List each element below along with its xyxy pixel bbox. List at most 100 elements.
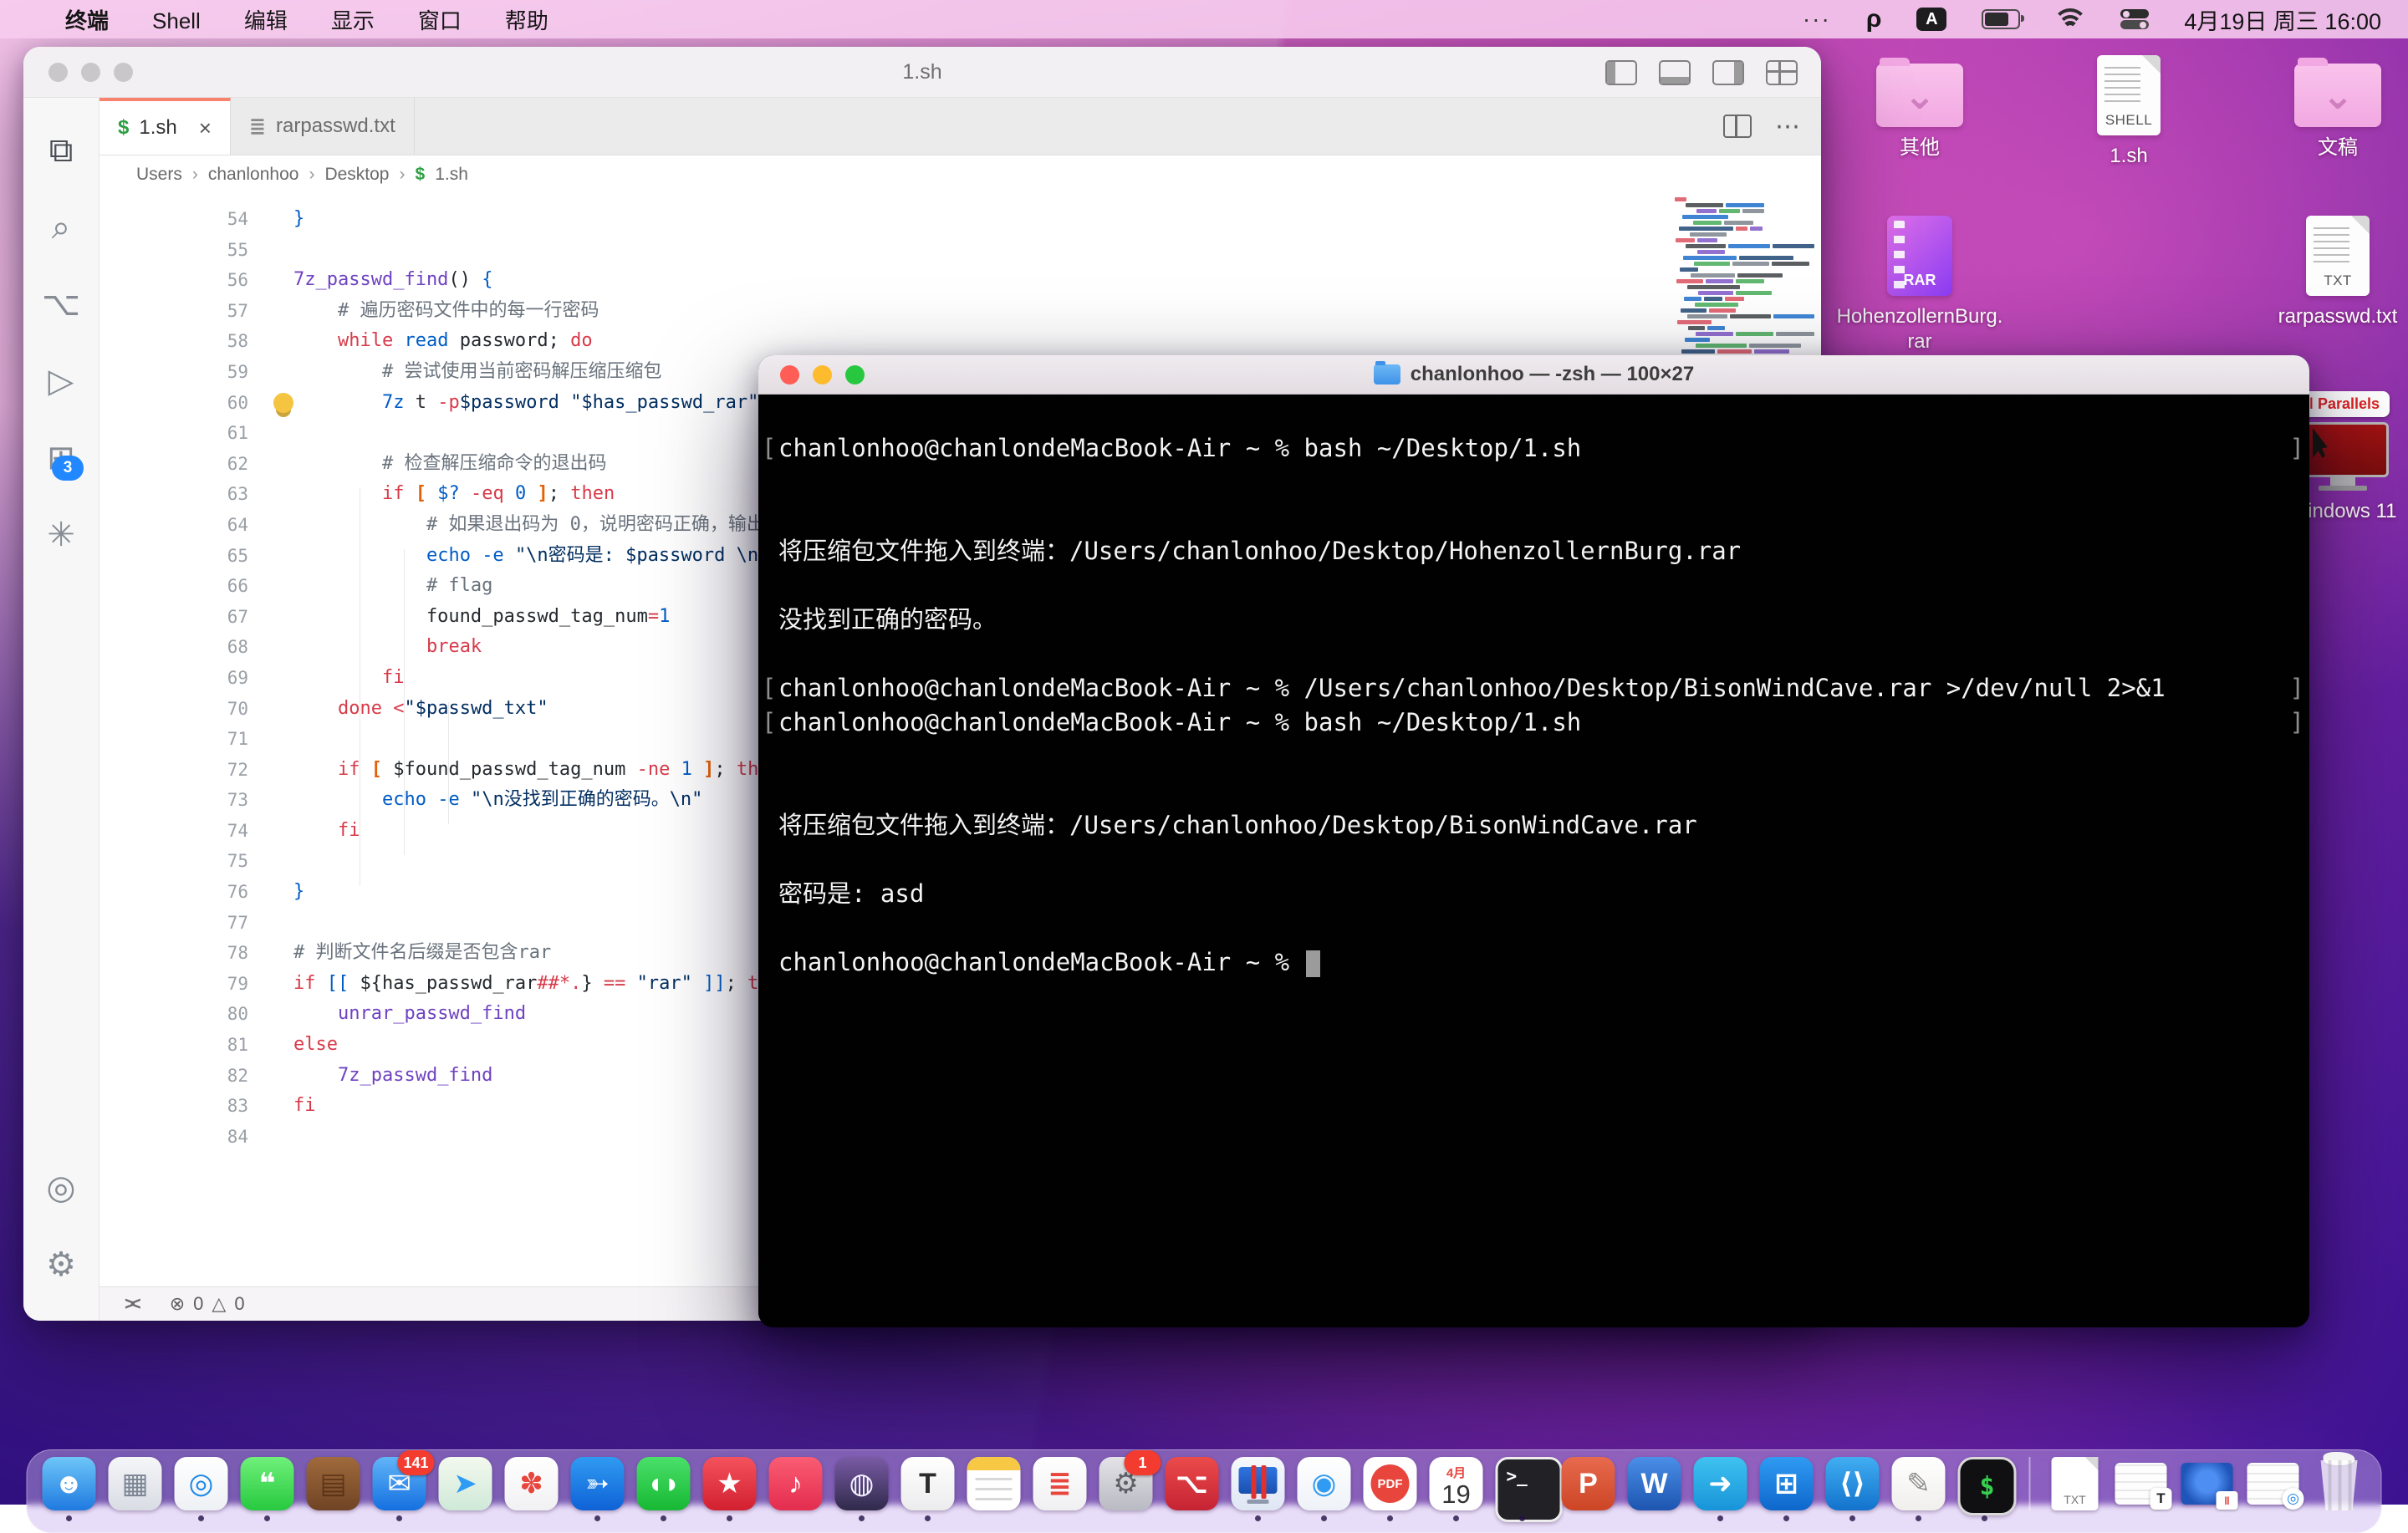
terminal-line: 将压缩包文件拖入到终端：/Users/chanlonhoo/Desktop/Ho… (758, 534, 2309, 568)
tab-close-icon[interactable]: × (199, 115, 212, 141)
terminal-output[interactable]: [chanlonhoo@chanlondeMacBook-Air ~ % bas… (758, 395, 2309, 1327)
dock-item-bird-app[interactable]: ➳ (571, 1457, 625, 1510)
battery-icon[interactable] (1982, 9, 2020, 29)
dock-item-wood-game[interactable]: ▤ (307, 1457, 360, 1510)
source-control-icon[interactable]: ⌥ (37, 275, 85, 334)
split-editor-icon[interactable] (1723, 115, 1752, 138)
dock-item-terminal-app[interactable]: >_ (1496, 1457, 1549, 1510)
desktop-icon-HohenzollernBurg-rar[interactable]: RARHohenzollernBurg.rar (1828, 216, 2012, 354)
run-debug-icon[interactable]: ▷ (37, 352, 85, 410)
vscode-titlebar[interactable]: 1.sh (23, 47, 1821, 98)
menu-app-name[interactable]: 终端 (65, 4, 109, 35)
dock-item-min-safari-window[interactable]: ◎ (2247, 1457, 2300, 1510)
min-safari-window-icon: ◎ (2247, 1463, 2299, 1505)
dock-item-wechat[interactable]: ◖◗ (637, 1457, 691, 1510)
terminal-app-icon: >_ (1496, 1457, 1563, 1522)
dock-item-min-parallels-desktop[interactable]: ‖ (2181, 1457, 2234, 1510)
dock-item-notes[interactable] (967, 1457, 1021, 1510)
dock-item-iterm[interactable]: $ (1958, 1457, 2012, 1510)
running-indicator-dot (1717, 1515, 1723, 1521)
folder-icon: ⌄ (2294, 64, 2381, 127)
menu-item-0[interactable]: Shell (152, 8, 201, 33)
dock-item-min-typora-window[interactable]: T (2115, 1457, 2168, 1510)
word-icon: W (1628, 1457, 1681, 1510)
running-indicator-dot (1453, 1515, 1459, 1521)
desktop-icon-文稿[interactable]: ⌄ 文稿 (2246, 64, 2408, 160)
tab-rarpasswd[interactable]: ≣ rarpasswd.txt (231, 98, 415, 155)
dock-item-min-txt-doc[interactable]: TXT (2048, 1457, 2102, 1510)
menu-clock[interactable]: 4月19日 周三 16:00 (2184, 3, 2381, 36)
dock-item-maps[interactable]: ➤ (439, 1457, 492, 1510)
dock-item-circles-app[interactable]: ◉ (1298, 1457, 1351, 1510)
dock-item-typora[interactable]: T (901, 1457, 955, 1510)
dock-item-finder[interactable]: ☻ (43, 1457, 96, 1510)
dock-item-powerpoint[interactable]: P (1562, 1457, 1615, 1510)
input-source-icon[interactable]: A (1916, 8, 1946, 31)
menu-item-1[interactable]: 编辑 (244, 8, 288, 33)
dock-item-textedit[interactable]: ✎ (1892, 1457, 1946, 1510)
dock-item-settings[interactable]: ⚙1 (1099, 1457, 1153, 1510)
dock-item-music[interactable]: ♪ (769, 1457, 823, 1510)
dock-item-parallels[interactable] (1232, 1457, 1285, 1510)
wifi-icon[interactable] (2055, 8, 2085, 30)
openai-extension-icon[interactable]: ✳ (37, 506, 85, 564)
toggle-secondary-sidebar-icon[interactable] (1712, 60, 1744, 85)
dock-item-word[interactable]: W (1628, 1457, 1681, 1510)
dock-item-star-app[interactable]: ★ (703, 1457, 757, 1510)
minimap[interactable] (1672, 197, 1814, 364)
dock-item-arrow-app[interactable]: ➜ (1694, 1457, 1747, 1510)
extensions-icon[interactable]: ⊞3 (37, 429, 85, 487)
dock-item-calendar[interactable]: 4月19 (1430, 1457, 1483, 1510)
wechat-icon: ◖◗ (637, 1457, 691, 1510)
dock-separator (2029, 1457, 2031, 1510)
search-icon[interactable]: ⌕ (37, 198, 85, 257)
breadcrumb[interactable]: Users› chanlonhoo› Desktop› $ 1.sh (99, 155, 1821, 194)
running-indicator-dot (66, 1515, 72, 1521)
pdf-expert-icon: PDF (1364, 1457, 1417, 1510)
dock-item-messages[interactable]: ❝ (241, 1457, 294, 1510)
toggle-panel-icon[interactable] (1659, 60, 1691, 85)
parallels-status-icon[interactable]: ρ (1866, 5, 1882, 33)
github-icon: ◍ (835, 1457, 889, 1510)
dock-item-safari[interactable]: ◎ (175, 1457, 228, 1510)
settings-gear-icon[interactable]: ⚙ (37, 1235, 85, 1294)
menu-item-4[interactable]: 帮助 (505, 8, 548, 33)
dock-item-launchpad[interactable]: ▦ (109, 1457, 162, 1510)
dock-item-gitee[interactable]: ⌥ (1166, 1457, 1219, 1510)
arrow-app-icon: ➜ (1694, 1457, 1747, 1510)
remote-indicator-icon[interactable]: >< (125, 1293, 136, 1315)
dock-item-windows11[interactable]: ⊞ (1760, 1457, 1814, 1510)
powerpoint-icon: P (1562, 1457, 1615, 1510)
accounts-icon[interactable]: ◎ (37, 1159, 85, 1217)
dock-item-reminders[interactable]: ≣ (1033, 1457, 1087, 1510)
more-status-icon[interactable]: ··· (1803, 6, 1831, 33)
dock-item-mail[interactable]: ✉141 (373, 1457, 426, 1510)
desktop-icon-其他[interactable]: ⌄其他 (1828, 64, 2012, 160)
lightbulb-icon[interactable] (273, 393, 293, 413)
code-line: 567z_passwd_find() { (99, 265, 1821, 296)
problems-indicator[interactable]: ⊗ 0 △ 0 (170, 1293, 245, 1315)
desktop-icon-label: 文稿 (2318, 135, 2358, 160)
running-indicator-dot (1849, 1515, 1855, 1521)
desktop-icon-1-sh[interactable]: SHELL1.sh (2037, 55, 2221, 169)
control-center-icon[interactable] (2120, 9, 2149, 29)
menu-item-2[interactable]: 显示 (331, 8, 375, 33)
tab-1sh[interactable]: $ 1.sh × (99, 98, 231, 155)
vscode-tab-bar: $ 1.sh × ≣ rarpasswd.txt ⋯ (99, 98, 1821, 155)
terminal-blank-line (758, 774, 2309, 808)
dock-item-pdf-expert[interactable]: PDF (1364, 1457, 1417, 1510)
dock-item-vscode[interactable]: ⟨⟩ (1826, 1457, 1880, 1510)
menu-item-3[interactable]: 窗口 (418, 8, 462, 33)
toggle-sidebar-icon[interactable] (1605, 60, 1637, 85)
customize-layout-icon[interactable] (1766, 60, 1798, 85)
safari-icon: ◎ (175, 1457, 228, 1510)
vscode-layout-controls (1605, 60, 1798, 85)
running-indicator-dot (1321, 1515, 1327, 1521)
dock-item-trash[interactable] (2313, 1457, 2366, 1510)
more-actions-icon[interactable]: ⋯ (1775, 112, 1801, 141)
desktop-icon-rarpasswd-txt[interactable]: TXTrarpasswd.txt (2246, 216, 2408, 329)
dock-item-github[interactable]: ◍ (835, 1457, 889, 1510)
dock-item-photos[interactable]: ✽ (505, 1457, 559, 1510)
terminal-titlebar[interactable]: chanlonhoo — -zsh — 100×27 (758, 355, 2309, 395)
explorer-icon[interactable]: ⧉ (37, 121, 85, 180)
